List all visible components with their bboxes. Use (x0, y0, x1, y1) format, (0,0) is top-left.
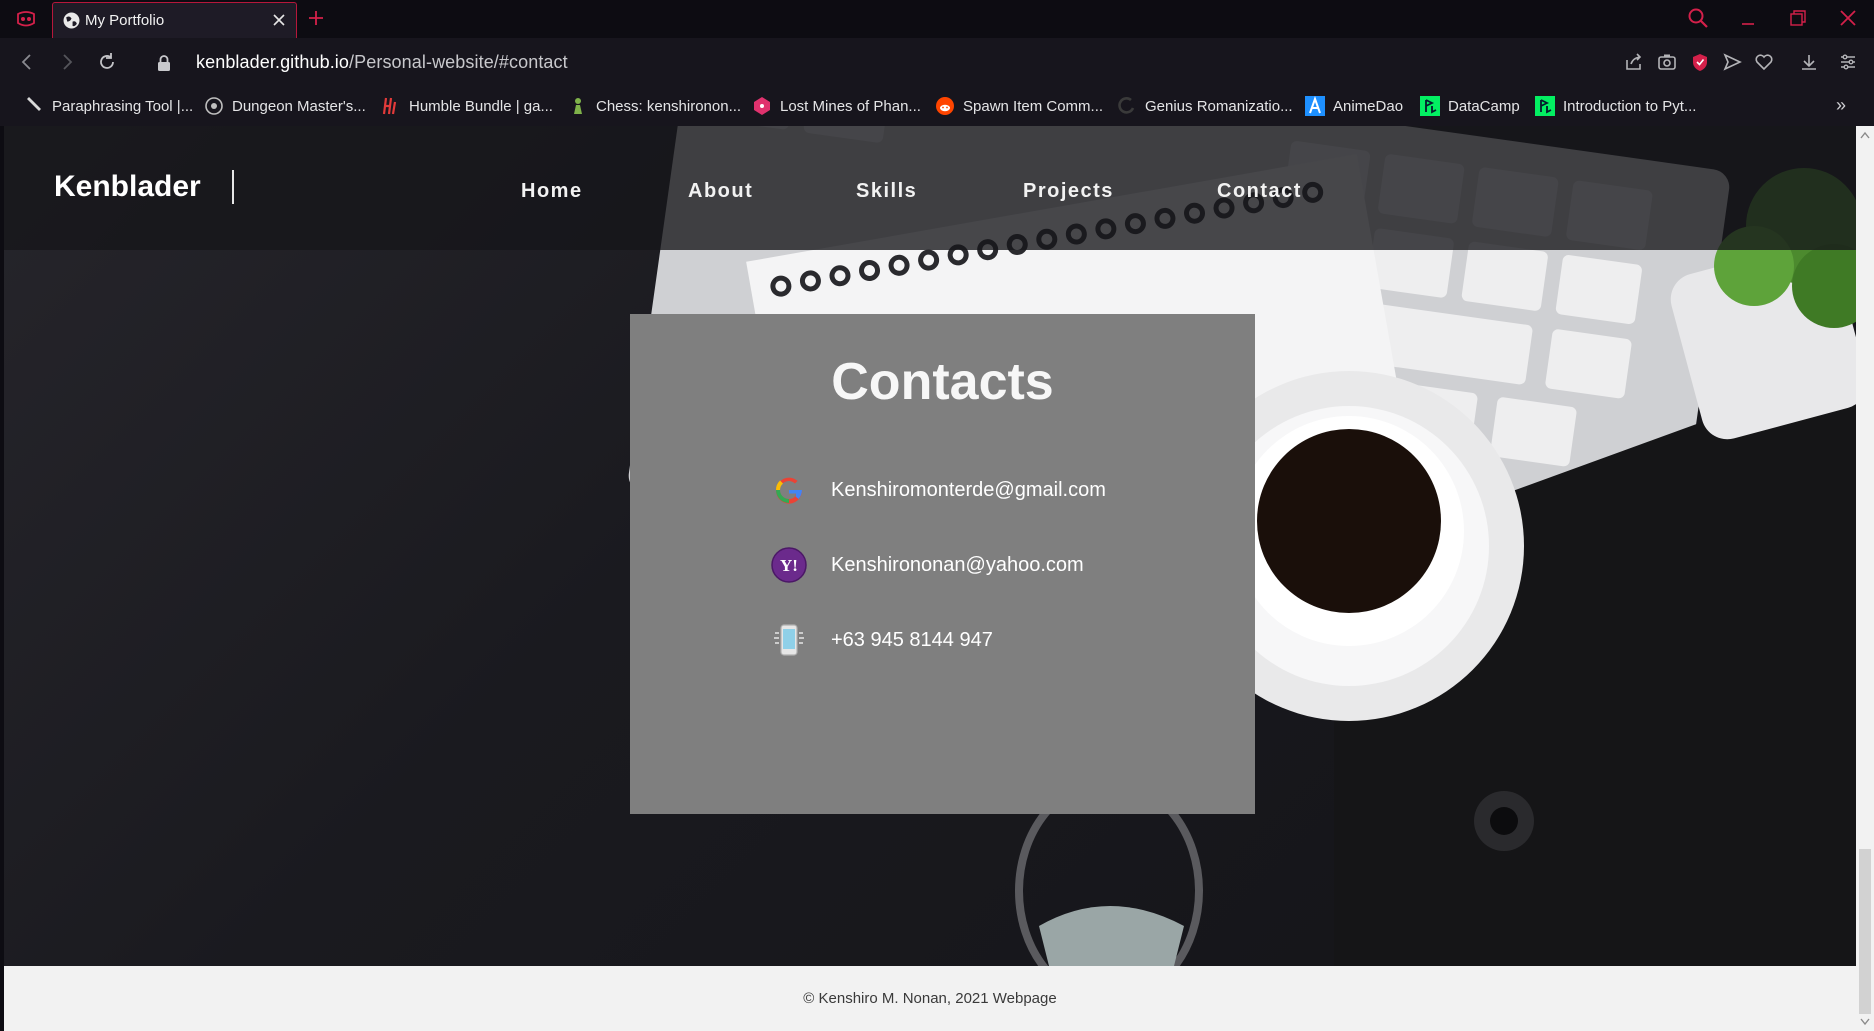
bookmark-item[interactable]: DataCamp (1420, 94, 1520, 118)
bookmark-label: Lost Mines of Phan... (780, 97, 921, 115)
url-host: kenblader.github.io (196, 52, 350, 72)
scroll-down-icon[interactable] (1860, 1018, 1870, 1026)
search-icon[interactable] (1687, 7, 1709, 29)
contact-email-yahoo: Y! Kenshirononan@yahoo.com (770, 545, 1084, 585)
contact-email-text[interactable]: Kenshirononan@yahoo.com (831, 554, 1084, 577)
bookmark-item[interactable]: Lost Mines of Phan... (752, 94, 921, 118)
easy-setup-icon[interactable] (1838, 52, 1858, 72)
datacamp-icon (1420, 96, 1440, 116)
bookmark-label: DataCamp (1448, 97, 1520, 115)
bookmark-label: Chess: kenshironon... (596, 97, 742, 115)
humble-icon (382, 97, 397, 115)
bookmark-item[interactable]: Dungeon Master's... (204, 94, 366, 118)
tab-title: My Portfolio (85, 12, 165, 29)
page-viewport: Kenblader Home About Skills Projects Con… (4, 126, 1856, 1031)
nav-projects[interactable]: Projects (1023, 180, 1114, 203)
download-icon[interactable] (1799, 52, 1819, 72)
nav-about[interactable]: About (688, 180, 753, 203)
heart-icon[interactable] (1754, 52, 1774, 72)
bookmark-label: Introduction to Pyt... (1563, 97, 1697, 115)
nav-home[interactable]: Home (521, 180, 583, 203)
footer-copyright: © Kenshiro M. Nonan, 2021 Webpage (803, 990, 1057, 1007)
datacamp-icon (1535, 96, 1555, 116)
bookmark-label: Dungeon Master's... (232, 97, 366, 115)
site-brand[interactable]: Kenblader (54, 170, 201, 204)
genius-icon (1118, 97, 1135, 114)
bookmark-item[interactable]: AnimeDao (1305, 94, 1403, 118)
phone-icon (774, 624, 804, 656)
reddit-icon (936, 97, 954, 115)
bookmark-item[interactable]: Genius Romanizatio... (1117, 94, 1293, 118)
bookmark-item[interactable]: Spawn Item Comm... (935, 94, 1103, 118)
url-path: /Personal-website/#contact (349, 52, 568, 72)
contact-phone-text[interactable]: +63 945 8144 947 (831, 629, 993, 652)
scrollbar-thumb[interactable] (1859, 849, 1871, 1014)
pawn-icon (574, 98, 582, 114)
send-icon[interactable] (1722, 52, 1742, 72)
new-tab-icon[interactable] (306, 8, 326, 28)
minimize-icon[interactable] (1737, 7, 1759, 29)
close-window-icon[interactable] (1837, 7, 1859, 29)
nav-contact[interactable]: Contact (1217, 180, 1302, 203)
bookmarks-overflow-icon[interactable]: » (1836, 95, 1846, 116)
reload-icon[interactable] (96, 51, 118, 73)
bookmark-item[interactable]: Introduction to Pyt... (1535, 94, 1696, 118)
dice-icon (754, 97, 770, 115)
globe-icon (63, 12, 80, 29)
brand-divider (232, 170, 234, 204)
bookmark-label: Spawn Item Comm... (963, 97, 1104, 115)
site-navbar: Kenblader Home About Skills Projects Con… (4, 126, 1856, 250)
dnd-icon (205, 97, 223, 115)
svg-text:Y!: Y! (780, 556, 798, 575)
contact-phone: +63 945 8144 947 (770, 620, 993, 660)
contact-email-text[interactable]: Kenshiromonterde@gmail.com (831, 479, 1106, 502)
share-icon[interactable] (1624, 52, 1644, 72)
adblock-shield-icon[interactable] (1690, 52, 1710, 72)
bookmark-label: AnimeDao (1333, 97, 1404, 115)
tab-my-portfolio[interactable]: My Portfolio (52, 2, 297, 38)
restore-icon[interactable] (1787, 7, 1809, 29)
yahoo-icon: Y! (771, 547, 807, 583)
contact-card: Contacts Kenshiromonterde@gmail.com Y! K… (630, 314, 1255, 814)
opera-gx-menu-icon[interactable] (16, 10, 36, 28)
bookmark-label: Genius Romanizatio... (1145, 97, 1293, 115)
lock-icon[interactable] (156, 54, 172, 72)
forward-icon[interactable] (56, 51, 78, 73)
animedao-icon (1305, 96, 1325, 116)
snapshot-icon[interactable] (1657, 52, 1677, 72)
contact-email-google: Kenshiromonterde@gmail.com (770, 470, 1106, 510)
quill-icon (27, 97, 41, 111)
site-footer: © Kenshiro M. Nonan, 2021 Webpage (4, 966, 1856, 1031)
scroll-up-icon[interactable] (1860, 131, 1870, 139)
bookmark-item[interactable]: Paraphrasing Tool |... (24, 94, 193, 118)
bookmark-label: Humble Bundle | ga... (409, 97, 553, 115)
contact-heading: Contacts (831, 353, 1054, 411)
google-icon (775, 477, 803, 504)
close-tab-icon[interactable] (270, 11, 288, 29)
nav-skills[interactable]: Skills (856, 180, 917, 203)
bookmark-item[interactable]: Chess: kenshironon... (568, 94, 741, 118)
bookmark-label: Paraphrasing Tool |... (52, 97, 194, 115)
bookmarks-bar: Paraphrasing Tool |... Dungeon Master's.… (0, 87, 1874, 126)
bookmark-item[interactable]: Humble Bundle | ga... (381, 94, 553, 118)
url-field[interactable]: kenblader.github.io/Personal-website/#co… (196, 52, 568, 73)
back-icon[interactable] (16, 51, 38, 73)
tab-bar: My Portfolio (0, 0, 1874, 38)
